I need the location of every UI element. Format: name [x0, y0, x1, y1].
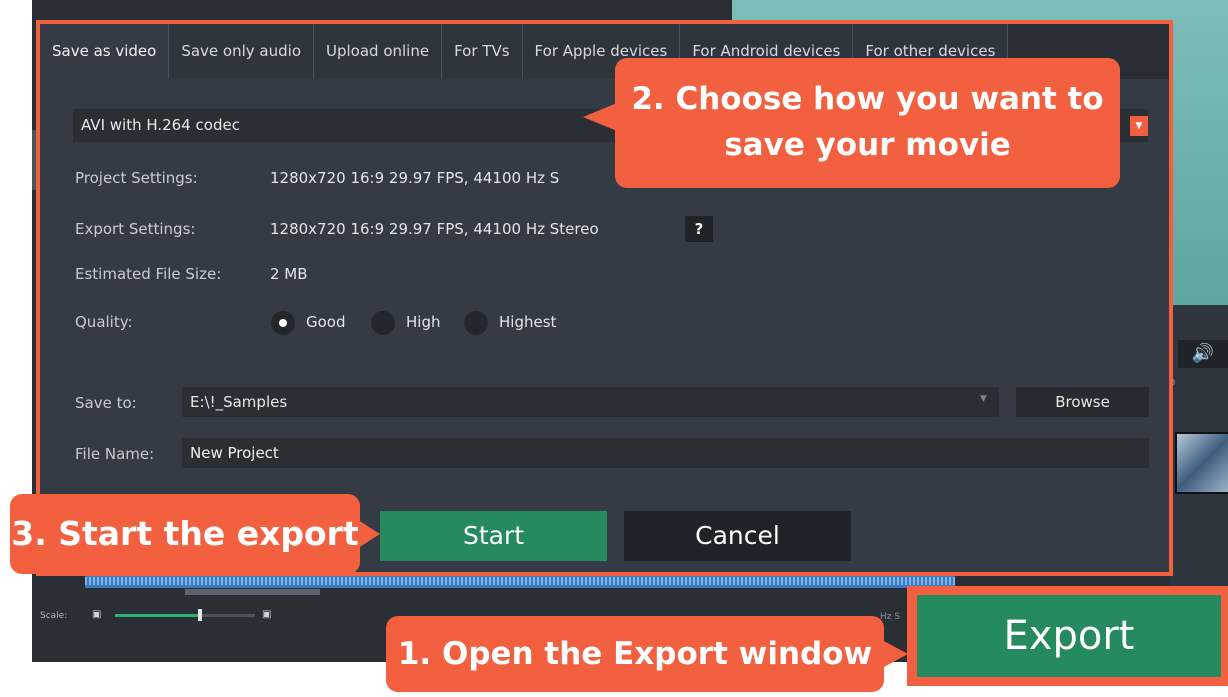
project-settings-value: 1280x720 16:9 29.97 FPS, 44100 Hz S [270, 169, 560, 187]
audio-waveform [85, 577, 955, 585]
callout-step2-line2: save your movie [724, 127, 1011, 163]
timeline-ruler: 0 [1170, 378, 1228, 392]
scale-slider-fill [115, 614, 201, 617]
tab-for-tvs[interactable]: For TVs [442, 24, 523, 79]
callout-step2-line1: 2. Choose how you want to [631, 81, 1104, 117]
callout-step3-pointer [358, 520, 380, 548]
start-button[interactable]: Start [380, 511, 607, 561]
chevron-down-icon[interactable]: ▼ [1130, 116, 1148, 136]
file-name-label: File Name: [75, 445, 155, 463]
help-button[interactable]: ? [685, 216, 713, 242]
save-to-field[interactable]: E:\!_Samples [182, 387, 999, 417]
quality-highest-label[interactable]: Highest [499, 313, 556, 331]
zoom-in-icon[interactable]: ▣ [262, 609, 271, 620]
quality-label: Quality: [75, 313, 133, 331]
callout-step2: 2. Choose how you want to save your movi… [615, 58, 1120, 188]
quality-good-radio[interactable] [271, 311, 295, 335]
speaker-icon[interactable]: 🔊 [1178, 340, 1228, 368]
tab-save-as-video[interactable]: Save as video [40, 24, 170, 79]
quality-high-label[interactable]: High [406, 313, 440, 331]
quality-good-label[interactable]: Good [306, 313, 346, 331]
callout-step1: 1. Open the Export window [386, 616, 884, 692]
quality-highest-radio[interactable] [464, 311, 488, 335]
callout-step3: 3. Start the export [10, 494, 360, 574]
file-size-value: 2 MB [270, 265, 308, 283]
tab-upload-online[interactable]: Upload online [314, 24, 443, 79]
export-settings-value: 1280x720 16:9 29.97 FPS, 44100 Hz Stereo [270, 220, 599, 238]
callout-step1-pointer [882, 640, 908, 668]
audio-format-text: Hz S [880, 612, 901, 622]
video-thumbnail[interactable] [1175, 432, 1228, 494]
callout-step2-pointer [583, 103, 617, 131]
browse-button[interactable]: Browse [1016, 387, 1149, 417]
cancel-button[interactable]: Cancel [624, 511, 851, 561]
export-button[interactable]: Export [917, 595, 1221, 677]
project-settings-label: Project Settings: [75, 169, 198, 187]
timeline-scrollbar[interactable] [185, 589, 320, 595]
file-size-label: Estimated File Size: [75, 265, 222, 283]
zoom-out-icon[interactable]: ▣ [92, 609, 101, 620]
save-to-label: Save to: [75, 394, 137, 412]
scale-slider-knob[interactable] [198, 609, 202, 621]
save-to-chevron-icon[interactable]: ▼ [980, 394, 987, 404]
quality-high-radio[interactable] [371, 311, 395, 335]
export-settings-label: Export Settings: [75, 220, 196, 238]
file-name-field[interactable]: New Project [182, 438, 1149, 468]
scale-label: Scale: [40, 611, 68, 621]
tab-save-only-audio[interactable]: Save only audio [169, 24, 314, 79]
